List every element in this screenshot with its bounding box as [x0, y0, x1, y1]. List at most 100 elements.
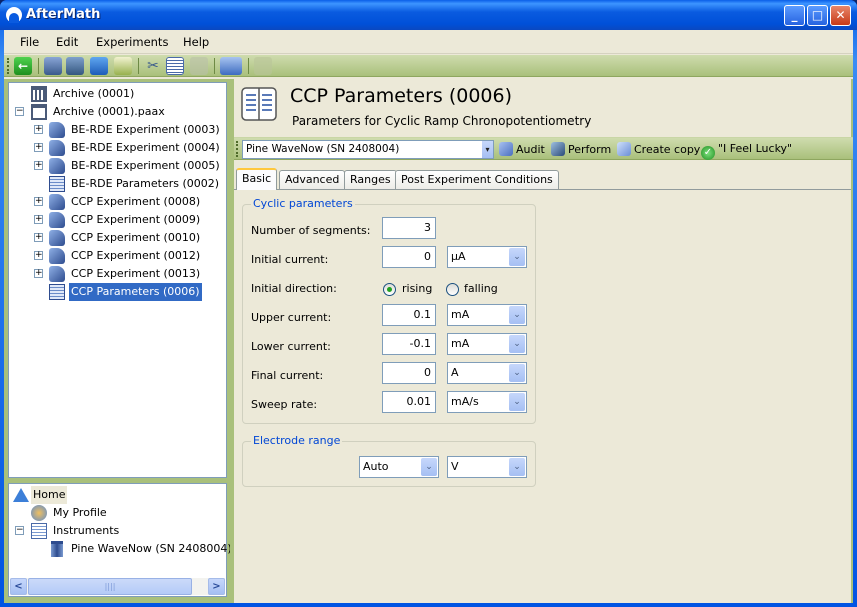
cut-icon[interactable]: ✂	[144, 57, 162, 75]
scroll-right-button[interactable]: >	[208, 578, 225, 595]
toolbar-grip[interactable]	[7, 58, 10, 74]
menu-help[interactable]: Help	[183, 35, 209, 49]
print-icon[interactable]	[114, 57, 132, 75]
tab-strip: Basic Advanced Ranges Post Experiment Co…	[234, 168, 853, 190]
archive-tree[interactable]: Archive (0001) − Archive (0001).paax + B…	[8, 82, 227, 478]
upper-current-input[interactable]: 0.1	[382, 304, 436, 326]
tree-item[interactable]: + CCP Experiment (0009)	[9, 211, 226, 229]
tree-item-label: CCP Experiment (0013)	[71, 267, 201, 280]
final-current-input[interactable]: 0	[382, 362, 436, 384]
chevron-down-icon[interactable]: ⌄	[509, 393, 525, 411]
selected-value: mA	[451, 308, 470, 321]
tree-item[interactable]: + BE-RDE Experiment (0005)	[9, 157, 226, 175]
action-toolbar: Pine WaveNow (SN 2408004) ▾ Audit Perfor…	[234, 137, 853, 160]
home-tree[interactable]: Home My Profile − Instruments Pine WaveN…	[8, 483, 232, 597]
collapse-toggle[interactable]: −	[15, 526, 24, 535]
app-window: AfterMath _ □ ✕ File Edit Experiments He…	[0, 0, 857, 607]
create-copy-button[interactable]: Create copy	[617, 142, 700, 156]
chevron-down-icon[interactable]: ⌄	[509, 364, 525, 382]
expand-toggle[interactable]: +	[34, 251, 43, 260]
scroll-left-button[interactable]: <	[10, 578, 27, 595]
sweep-rate-unit-select[interactable]: mA/s ⌄	[447, 391, 527, 413]
chevron-down-icon[interactable]: ⌄	[509, 458, 525, 476]
title-bar[interactable]: AfterMath _ □ ✕	[0, 0, 857, 30]
electrode-range-group: Electrode range Auto ⌄ V ⌄	[242, 434, 536, 487]
tree-item-instruments[interactable]: − Instruments	[9, 522, 226, 540]
tab-ranges[interactable]: Ranges	[344, 170, 397, 190]
instrument-select-value: Pine WaveNow (SN 2408004)	[246, 143, 400, 155]
expand-toggle[interactable]: +	[34, 197, 43, 206]
expand-toggle[interactable]: +	[34, 215, 43, 224]
tree-item[interactable]: + CCP Experiment (0013)	[9, 265, 226, 283]
lower-current-input[interactable]: -0.1	[382, 333, 436, 355]
chevron-down-icon[interactable]: ⌄	[509, 335, 525, 353]
tree-item[interactable]: + CCP Experiment (0008)	[9, 193, 226, 211]
expand-toggle[interactable]: +	[34, 161, 43, 170]
minimize-button[interactable]: _	[784, 5, 805, 26]
chevron-down-icon[interactable]: ▾	[482, 141, 493, 158]
rising-radio[interactable]	[383, 283, 396, 296]
copy-icon[interactable]	[166, 57, 184, 75]
toolbar-grip[interactable]	[236, 141, 239, 157]
open-archive-icon[interactable]	[66, 57, 84, 75]
tab-post-experiment-conditions[interactable]: Post Experiment Conditions	[395, 170, 559, 190]
tree-item[interactable]: − Archive (0001).paax	[9, 103, 226, 121]
experiment-icon	[49, 158, 65, 174]
electrode-range-select[interactable]: Auto ⌄	[359, 456, 439, 478]
upper-current-unit-select[interactable]: mA ⌄	[447, 304, 527, 326]
tree-item[interactable]: + BE-RDE Experiment (0004)	[9, 139, 226, 157]
instrument-select[interactable]: Pine WaveNow (SN 2408004) ▾	[242, 140, 494, 159]
tree-item[interactable]: + CCP Experiment (0010)	[9, 229, 226, 247]
scroll-thumb[interactable]: ||||	[28, 578, 192, 595]
tree-item-home[interactable]: Home	[9, 486, 226, 504]
tab-basic[interactable]: Basic	[236, 168, 278, 190]
menu-file[interactable]: File	[20, 35, 39, 49]
save-icon[interactable]	[90, 57, 108, 75]
back-icon[interactable]: ←	[14, 57, 32, 75]
new-experiment-dropdown-icon[interactable]	[220, 57, 242, 75]
tree-item-profile[interactable]: My Profile	[9, 504, 226, 522]
close-button[interactable]: ✕	[830, 5, 851, 26]
experiment-icon	[49, 266, 65, 282]
chevron-down-icon[interactable]: ⌄	[509, 248, 525, 266]
lower-current-unit-select[interactable]: mA ⌄	[447, 333, 527, 355]
chevron-down-icon[interactable]: ⌄	[509, 306, 525, 324]
expand-toggle[interactable]: +	[34, 233, 43, 242]
tree-item-instrument[interactable]: Pine WaveNow (SN 2408004)	[9, 540, 232, 558]
tree-item-label: CCP Experiment (0008)	[71, 195, 201, 208]
initial-current-unit-select[interactable]: µA ⌄	[447, 246, 527, 268]
expand-toggle[interactable]: +	[34, 125, 43, 134]
expand-toggle[interactable]: +	[34, 143, 43, 152]
final-current-unit-select[interactable]: A ⌄	[447, 362, 527, 384]
horizontal-scrollbar[interactable]: < |||| >	[10, 578, 225, 595]
perform-button[interactable]: Perform	[551, 142, 611, 156]
maximize-button[interactable]: □	[807, 5, 828, 26]
i-feel-lucky-button[interactable]: ✓ "I Feel Lucky"	[701, 142, 792, 160]
tree-item[interactable]: + CCP Experiment (0012)	[9, 247, 226, 265]
tree-item[interactable]: Archive (0001)	[9, 85, 226, 103]
sweep-rate-input[interactable]: 0.01	[382, 391, 436, 413]
new-archive-icon[interactable]	[44, 57, 62, 75]
initial-current-input[interactable]: 0	[382, 246, 436, 268]
tab-advanced[interactable]: Advanced	[279, 170, 346, 190]
group-title: Cyclic parameters	[251, 197, 355, 210]
chevron-down-icon[interactable]: ⌄	[421, 458, 437, 476]
paste-icon[interactable]	[190, 57, 208, 75]
tree-item-selected[interactable]: CCP Parameters (0006)	[9, 283, 226, 301]
electrode-unit-select[interactable]: V ⌄	[447, 456, 527, 478]
audit-button[interactable]: Audit	[499, 142, 545, 156]
rising-label[interactable]: rising	[402, 282, 432, 295]
tree-item[interactable]: + BE-RDE Experiment (0003)	[9, 121, 226, 139]
falling-radio[interactable]	[446, 283, 459, 296]
collapse-toggle[interactable]: −	[15, 107, 24, 116]
falling-label[interactable]: falling	[464, 282, 498, 295]
segments-input[interactable]: 3	[382, 217, 436, 239]
expand-toggle[interactable]: +	[34, 269, 43, 278]
menu-experiments[interactable]: Experiments	[96, 35, 168, 49]
tree-item[interactable]: BE-RDE Parameters (0002)	[9, 175, 226, 193]
menu-edit[interactable]: Edit	[56, 35, 78, 49]
chart-icon[interactable]	[254, 57, 272, 75]
perform-label: Perform	[568, 143, 612, 156]
segments-label: Number of segments:	[251, 224, 371, 237]
page-subtitle: Parameters for Cyclic Ramp Chronopotenti…	[292, 114, 592, 128]
